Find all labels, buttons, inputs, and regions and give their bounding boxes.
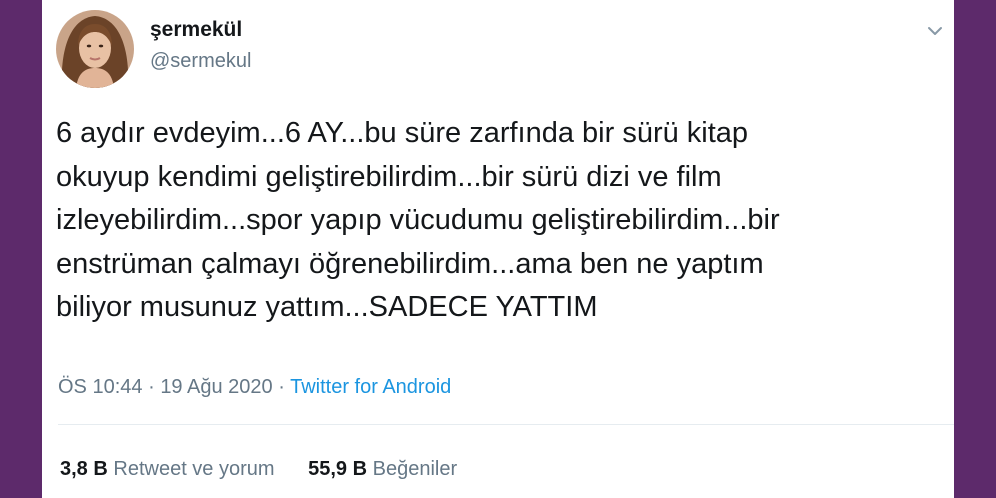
- retweets-label: Retweet ve yorum: [113, 458, 275, 480]
- tweet-text-line: izleyebilirdim...spor yapıp vücudumu gel…: [56, 204, 780, 236]
- retweets-stat[interactable]: 3,8 B Retweet ve yorum: [60, 458, 280, 480]
- retweets-count: 3,8 B: [60, 458, 108, 480]
- meta-separator: ·: [148, 376, 155, 398]
- tweet-text-line: enstrüman çalmayı öğrenebilirdim...ama b…: [56, 247, 764, 280]
- tweet-meta: ÖS 10:44 · 19 Ağu 2020 · Twitter for And…: [58, 376, 451, 399]
- tweet-card: şermekül @sermekul 6 aydır evdeyim...6 A…: [42, 0, 954, 498]
- likes-label: Beğeniler: [372, 458, 458, 480]
- chevron-down-icon[interactable]: [924, 20, 946, 42]
- avatar[interactable]: [56, 10, 134, 88]
- tweet-date[interactable]: 19 Ağu 2020: [160, 376, 272, 398]
- display-name[interactable]: şermekül: [150, 18, 242, 42]
- tweet-text-line: 6 aydır evdeyim...6 AY...bu süre zarfınd…: [56, 117, 749, 149]
- tweet-time[interactable]: ÖS 10:44: [58, 376, 143, 398]
- tweet-text: 6 aydır evdeyim...6 AY...bu süre zarfınd…: [56, 112, 954, 330]
- tweet-text-line: okuyup kendimi geliştirebilirdim...bir s…: [56, 160, 722, 193]
- tweet-text-line: biliyor musunuz yattım...SADECE YATTIM: [56, 291, 598, 323]
- tweet-source-link[interactable]: Twitter for Android: [290, 376, 451, 398]
- likes-stat[interactable]: 55,9 B Beğeniler: [308, 458, 457, 480]
- divider: [58, 424, 954, 425]
- meta-separator: ·: [278, 376, 285, 398]
- likes-count: 55,9 B: [308, 458, 368, 480]
- username-handle[interactable]: @sermekul: [150, 50, 251, 73]
- tweet-stats: 3,8 B Retweet ve yorum 55,9 B Beğeniler: [60, 458, 485, 481]
